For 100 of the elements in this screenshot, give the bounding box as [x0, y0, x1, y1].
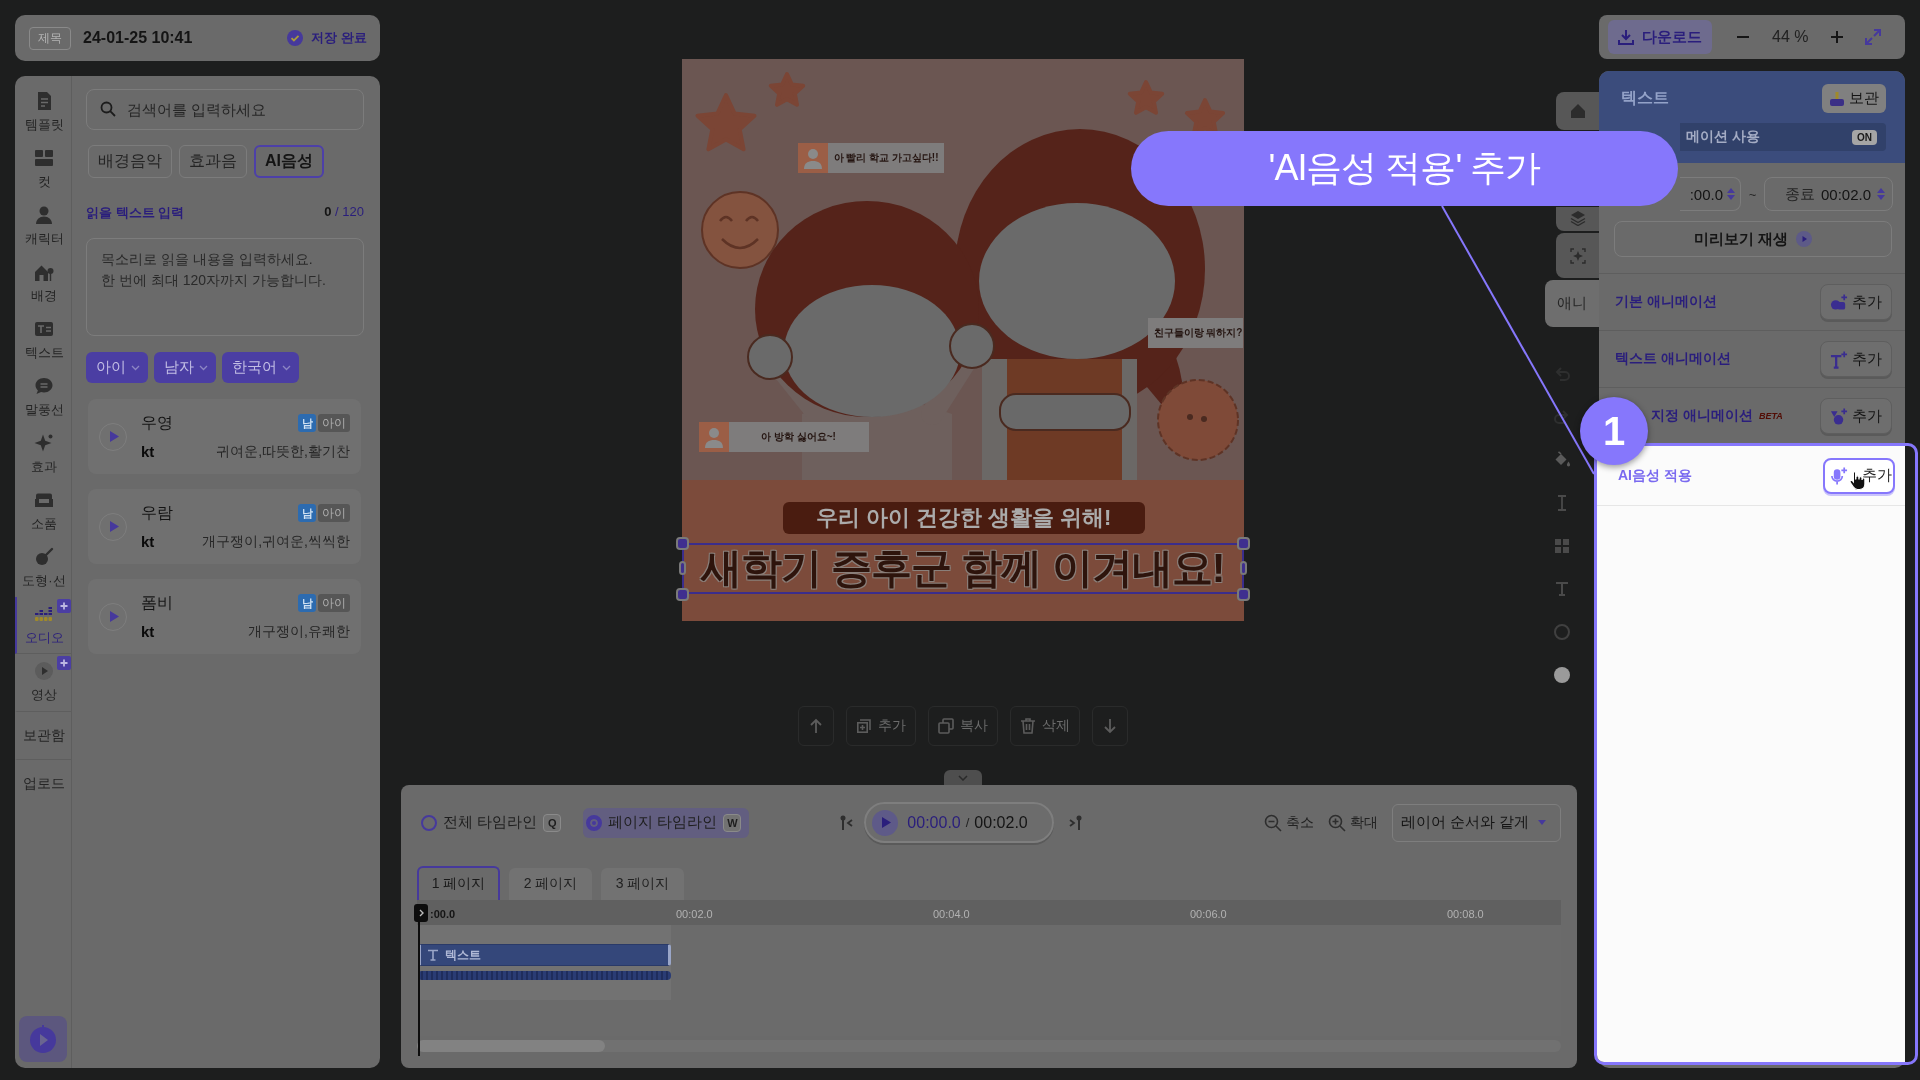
provider-name: kt — [141, 443, 156, 460]
audio-tab[interactable]: 배경음악 — [88, 145, 172, 178]
play-button[interactable] — [19, 1016, 67, 1062]
document-title[interactable]: 24-01-25 10:41 — [83, 29, 276, 47]
timeline-mode-option[interactable]: 페이지 타임라인 W — [583, 807, 750, 838]
move-up-button[interactable] — [797, 706, 834, 746]
sidebar-item[interactable]: 말풍선 — [15, 369, 71, 426]
audio-tab[interactable]: AI음성 — [254, 145, 324, 178]
circle-line-icon — [34, 547, 54, 567]
side-tab[interactable]: 애니 — [1545, 280, 1599, 327]
caret-icon — [1538, 820, 1546, 825]
page-action-button[interactable]: 복사 — [927, 706, 998, 746]
zoom-in-button[interactable] — [1830, 30, 1845, 44]
play-icon — [109, 431, 119, 442]
side-tab[interactable] — [1556, 233, 1599, 278]
mode-label: 전체 타임라인 — [443, 813, 538, 832]
sidebar-item[interactable]: 캐릭터 — [15, 198, 71, 255]
page-tab[interactable]: 2 페이지 — [509, 868, 592, 900]
zoom-out-button[interactable]: 축소 — [1264, 813, 1314, 832]
start-time-field[interactable]: :00.0 — [1680, 177, 1741, 211]
side-tab[interactable] — [1556, 207, 1599, 231]
sidebar-item[interactable]: 도형·선 — [15, 540, 71, 597]
animation-toggle[interactable]: 메이션 사용 ON — [1680, 123, 1886, 151]
voice-card[interactable]: 우람 남 아이 kt 개구쟁이,귀여운,씩씩한 — [88, 489, 361, 564]
add-button[interactable]: 추가 — [1823, 457, 1895, 494]
headline-text[interactable]: 새학기 증후군 함께 이겨내요! — [681, 543, 1244, 594]
design-canvas[interactable]: 아 빨리 학교 가고싶다!! 친구들이랑 뭐하지? 아 방학 싫어요~! 우리 아이 건강한 생활을 위해! 새학기 증후군 함께 이겨내요! — [681, 59, 1244, 621]
timeline-mode-option[interactable]: 전체 타임라인 Q — [417, 807, 570, 838]
add-button[interactable]: 추가 — [1820, 341, 1892, 377]
ruler-label: 00:04.0 — [933, 907, 970, 920]
end-time-field[interactable]: 종료 00:02.0 — [1764, 177, 1893, 211]
speech-bubble[interactable]: 아 방학 싫어요~! — [698, 422, 869, 452]
page-action-button[interactable]: 추가 — [845, 706, 916, 746]
filter-dropdown[interactable]: 남자 — [154, 352, 216, 383]
playhead[interactable] — [414, 904, 428, 1056]
layer-order-dropdown[interactable]: 레이어 순서와 같게 — [1392, 803, 1561, 842]
search-field[interactable]: 검색어를 입력하세요 — [86, 89, 364, 130]
play-icon — [109, 611, 119, 622]
page-action-button[interactable]: 삭제 — [1009, 706, 1080, 746]
paint-bucket-icon — [1553, 451, 1571, 469]
add-button[interactable]: 추가 — [1820, 284, 1892, 320]
page-tab[interactable]: 3 페이지 — [601, 868, 684, 900]
collapse-handle[interactable] — [943, 770, 982, 785]
preview-button[interactable]: 미리보기 재생 — [1614, 221, 1892, 257]
go-to-start-button[interactable] — [840, 814, 855, 831]
sidebar-item[interactable]: 배경 — [15, 255, 71, 312]
zoom-in-button[interactable]: 확대 — [1328, 813, 1378, 832]
side-tab[interactable] — [1556, 92, 1599, 130]
resize-handle[interactable] — [678, 561, 686, 575]
audio-tab[interactable]: 효과음 — [179, 145, 247, 178]
sidebar-item[interactable]: 컷 — [15, 141, 71, 198]
voice-name: 폼비 — [141, 592, 174, 613]
speech-bubble[interactable]: 아 빨리 학교 가고싶다!! — [797, 143, 944, 173]
layers-icon — [1569, 210, 1586, 226]
sidebar-item[interactable]: 영상 — [15, 654, 71, 711]
bubble-text: 아 빨리 학교 가고싶다!! — [832, 151, 940, 165]
go-to-end-button[interactable] — [1068, 814, 1083, 831]
download-button[interactable]: 다운로드 — [1608, 20, 1712, 54]
fullscreen-button[interactable] — [1865, 29, 1882, 45]
sidebar-item[interactable]: 효과 — [15, 426, 71, 483]
stepper-icon — [1727, 188, 1735, 200]
radio-icon — [586, 814, 603, 831]
tutorial-callout: 'AI음성 적용' 추가 — [1131, 131, 1678, 206]
stepper-icon — [1877, 188, 1885, 200]
resize-handle[interactable] — [675, 537, 689, 550]
dot-icon — [1553, 666, 1571, 684]
sidebar-item[interactable]: 오디오 — [15, 597, 71, 654]
horizontal-scrollbar[interactable] — [417, 1040, 1561, 1052]
save-status: 저장 완료 — [311, 29, 367, 47]
play-icon — [109, 521, 119, 532]
speech-bubble[interactable]: 친구들이랑 뭐하지? — [1147, 318, 1243, 348]
subtitle-banner[interactable]: 우리 아이 건강한 생활을 위해! — [782, 502, 1145, 534]
resize-handle[interactable] — [1239, 561, 1247, 575]
play-button[interactable] — [872, 809, 899, 836]
tool-button[interactable] — [1553, 666, 1571, 684]
page-tab[interactable]: 1 페이지 — [417, 866, 500, 900]
age-tag: 아이 — [318, 414, 350, 432]
resize-handle[interactable] — [675, 588, 689, 601]
move-down-button[interactable] — [1091, 706, 1128, 746]
sidebar-item[interactable]: 업로드 — [15, 759, 71, 807]
range-separator: ~ — [1747, 186, 1758, 202]
filter-dropdown[interactable]: 아이 — [86, 352, 148, 383]
voice-card[interactable]: 우영 남 아이 kt 귀여운,따뜻한,활기찬 — [88, 399, 361, 474]
add-button[interactable]: 추가 — [1820, 398, 1892, 434]
time-separator: / — [965, 815, 970, 830]
sidebar-item[interactable]: 템플릿 — [15, 84, 71, 141]
gender-tag: 남 — [298, 504, 316, 522]
sidebar-item[interactable]: 소품 — [15, 483, 71, 540]
text-clip[interactable]: 텍스트 — [418, 944, 671, 966]
option-label: AI음성 적용 — [1618, 466, 1692, 485]
voice-card[interactable]: 폼비 남 아이 kt 개구쟁이,유쾌한 — [88, 579, 361, 654]
shapes-sparkle-icon — [1830, 406, 1848, 426]
archive-button[interactable]: 보관 — [1822, 84, 1886, 113]
sidebar-item[interactable]: 보관함 — [15, 711, 71, 759]
filter-dropdown[interactable]: 한국어 — [222, 352, 299, 383]
sidebar-item[interactable]: 텍스트 — [15, 312, 71, 369]
play-icon — [28, 1024, 58, 1054]
option-label: 지정 애니메이션 — [1651, 407, 1753, 425]
tool-button[interactable] — [1553, 408, 1571, 426]
text-input-field[interactable]: 목소리로 읽을 내용을 입력하세요. 한 번에 최대 120자까지 가능합니다. — [86, 238, 364, 336]
